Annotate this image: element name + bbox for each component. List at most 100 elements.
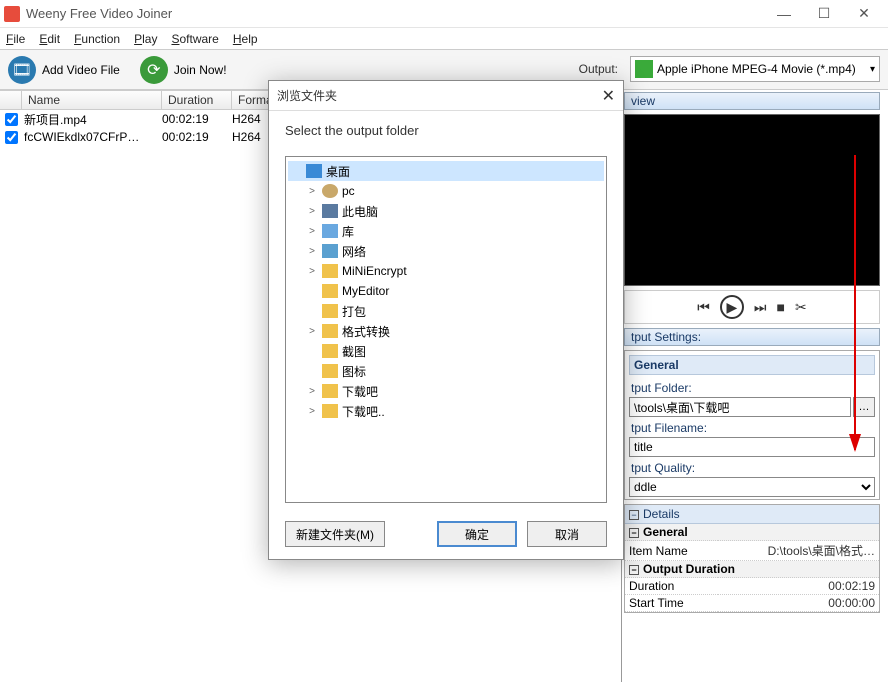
tree-item[interactable]: 截图 — [288, 341, 604, 361]
tree-item-label: 下载吧.. — [342, 403, 385, 420]
folder-icon — [322, 304, 338, 318]
menu-bar: File Edit Function Play Software Help — [0, 28, 888, 50]
maximize-button[interactable]: ☐ — [804, 0, 844, 28]
pc-icon — [322, 204, 338, 218]
expand-icon[interactable]: > — [306, 206, 318, 217]
ok-button[interactable]: 确定 — [437, 521, 517, 547]
play-button[interactable]: ▶ — [720, 295, 744, 319]
tree-item-label: 截图 — [342, 343, 366, 360]
dialog-title: 浏览文件夹 — [277, 87, 337, 104]
format-icon — [635, 60, 653, 78]
output-settings-header: tput Settings: — [624, 328, 880, 346]
join-icon: ⟳ — [140, 56, 168, 84]
collapse-icon[interactable]: − — [629, 510, 639, 520]
col-duration[interactable]: Duration — [162, 91, 232, 109]
tree-item[interactable]: 桌面 — [288, 161, 604, 181]
add-video-button[interactable]: 🎞 Add Video File — [8, 56, 120, 84]
tree-item[interactable]: 图标 — [288, 361, 604, 381]
add-video-label: Add Video File — [42, 63, 120, 77]
tree-item[interactable]: MyEditor — [288, 281, 604, 301]
tree-item-label: 库 — [342, 223, 354, 240]
row-duration: 00:02:19 — [162, 130, 232, 144]
preview-header: view — [624, 92, 880, 110]
menu-file[interactable]: File — [6, 32, 25, 46]
menu-help[interactable]: Help — [233, 32, 258, 46]
start-time-label: Start Time — [625, 595, 718, 612]
expand-icon[interactable]: > — [306, 326, 318, 337]
browse-folder-button[interactable]: … — [853, 397, 875, 417]
tree-item[interactable]: > 库 — [288, 221, 604, 241]
dialog-close-button[interactable]: ✕ — [602, 86, 615, 106]
duration-label: Duration — [625, 578, 718, 595]
tree-item[interactable]: > 下载吧.. — [288, 401, 604, 421]
menu-software[interactable]: Software — [171, 32, 218, 46]
cut-button[interactable]: ✂ — [795, 299, 807, 316]
close-button[interactable]: ✕ — [844, 0, 884, 28]
lib-icon — [322, 224, 338, 238]
browse-folder-dialog: 浏览文件夹 ✕ Select the output folder 桌面> pc>… — [268, 80, 624, 560]
tree-item[interactable]: > 格式转换 — [288, 321, 604, 341]
minimize-button[interactable]: — — [764, 0, 804, 28]
film-icon: 🎞 — [8, 56, 36, 84]
expand-icon[interactable]: > — [306, 186, 318, 197]
details-duration-group: −Output Duration — [625, 561, 879, 578]
details-panel: −Details −General Item NameD:\tools\桌面\格… — [624, 504, 880, 613]
expand-icon[interactable]: > — [306, 246, 318, 257]
tree-item[interactable]: 打包 — [288, 301, 604, 321]
menu-edit[interactable]: Edit — [39, 32, 60, 46]
row-checkbox[interactable] — [5, 113, 18, 126]
playback-controls: ⏮ ▶ ⏭ ■ ✂ — [624, 290, 880, 324]
tree-item[interactable]: > 此电脑 — [288, 201, 604, 221]
tree-item[interactable]: > 网络 — [288, 241, 604, 261]
col-check[interactable] — [0, 91, 22, 109]
next-button[interactable]: ⏭ — [754, 299, 767, 316]
folder-tree[interactable]: 桌面> pc> 此电脑> 库> 网络> MiNiEncrypt MyEditor… — [285, 156, 607, 503]
expand-icon[interactable]: > — [306, 266, 318, 277]
tree-item[interactable]: > MiNiEncrypt — [288, 261, 604, 281]
chevron-down-icon: ▾ — [870, 64, 875, 75]
tree-item-label: 下载吧 — [342, 383, 378, 400]
tree-item-label: 图标 — [342, 363, 366, 380]
row-name: 新项目.mp4 — [22, 111, 162, 128]
tree-item[interactable]: > pc — [288, 181, 604, 201]
group-general: General — [629, 355, 875, 375]
tree-item-label: 网络 — [342, 243, 366, 260]
folder-icon — [322, 324, 338, 338]
title-bar: Weeny Free Video Joiner — ☐ ✕ — [0, 0, 888, 28]
preview-area[interactable] — [624, 114, 880, 286]
expand-icon[interactable]: > — [306, 226, 318, 237]
output-folder-label: tput Folder: — [629, 377, 875, 397]
cancel-button[interactable]: 取消 — [527, 521, 607, 547]
start-time-value: 00:00:00 — [718, 595, 879, 612]
menu-play[interactable]: Play — [134, 32, 157, 46]
tree-item-label: 格式转换 — [342, 323, 390, 340]
output-format-text: Apple iPhone MPEG-4 Movie (*.mp4) — [657, 62, 856, 76]
stop-button[interactable]: ■ — [777, 299, 785, 315]
output-quality-select[interactable]: ddle — [629, 477, 875, 497]
dialog-titlebar: 浏览文件夹 ✕ — [269, 81, 623, 111]
folder-icon — [322, 404, 338, 418]
output-format-dropdown[interactable]: Apple iPhone MPEG-4 Movie (*.mp4) ▾ — [630, 56, 880, 82]
join-now-button[interactable]: ⟳ Join Now! — [140, 56, 227, 84]
new-folder-button[interactable]: 新建文件夹(M) — [285, 521, 385, 547]
tree-item[interactable]: > 下载吧 — [288, 381, 604, 401]
expand-icon[interactable]: > — [306, 386, 318, 397]
desktop-icon — [306, 164, 322, 178]
play-icon: ▶ — [727, 299, 738, 316]
row-name: fcCWIEkdlx07CFrP… — [22, 130, 162, 144]
col-name[interactable]: Name — [22, 91, 162, 109]
details-general-group: −General — [625, 524, 879, 541]
output-settings: General tput Folder: … tput Filename: tp… — [624, 350, 880, 500]
row-checkbox[interactable] — [5, 131, 18, 144]
output-folder-field[interactable] — [629, 397, 851, 417]
folder-icon — [322, 284, 338, 298]
output-label: Output: — [579, 62, 618, 76]
menu-function[interactable]: Function — [74, 32, 120, 46]
folder-icon — [322, 384, 338, 398]
expand-icon[interactable]: > — [306, 406, 318, 417]
prev-button[interactable]: ⏮ — [697, 299, 710, 316]
tree-item-label: 桌面 — [326, 163, 350, 180]
item-name-label: Item Name — [625, 541, 718, 561]
output-filename-field[interactable] — [629, 437, 875, 457]
app-title: Weeny Free Video Joiner — [26, 6, 764, 21]
